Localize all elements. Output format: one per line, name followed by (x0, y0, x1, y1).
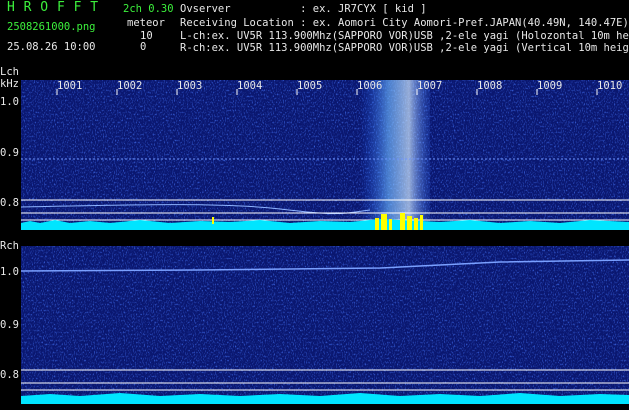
rch-freq-tick-2: 0.9 (0, 319, 19, 331)
rch-freq-tick-3: 0.8 (0, 369, 19, 381)
time-tick-1003: 1003 (177, 80, 203, 92)
lch-freq-tick-3: 0.8 (0, 197, 19, 209)
time-tick-1004: 1004 (237, 80, 263, 92)
time-tick-1002: 1002 (117, 80, 143, 92)
rch-label: Rch (0, 240, 19, 252)
rch-panel (20, 246, 629, 404)
time-tick-1001: 1001 (57, 80, 83, 92)
time-tick-1006: 1006 (357, 80, 383, 92)
rch-noise-floor (21, 396, 629, 404)
time-tick-1010: 1010 (597, 80, 623, 92)
time-tick-1008: 1008 (477, 80, 503, 92)
time-tick-1009: 1009 (537, 80, 563, 92)
lch-freq-tick-1: 1.0 (0, 96, 19, 108)
time-tick-1005: 1005 (297, 80, 323, 92)
lch-freq-tick-2: 0.9 (0, 147, 19, 159)
lch-noise-floor (21, 223, 629, 230)
lch-burst (360, 80, 430, 230)
khz-label: kHz (0, 78, 19, 90)
lch-label: Lch (0, 66, 19, 78)
spectrogram-canvas (20, 80, 629, 404)
lch-panel (20, 80, 629, 230)
time-tick-1007: 1007 (417, 80, 443, 92)
rch-freq-tick-1: 1.0 (0, 266, 19, 278)
